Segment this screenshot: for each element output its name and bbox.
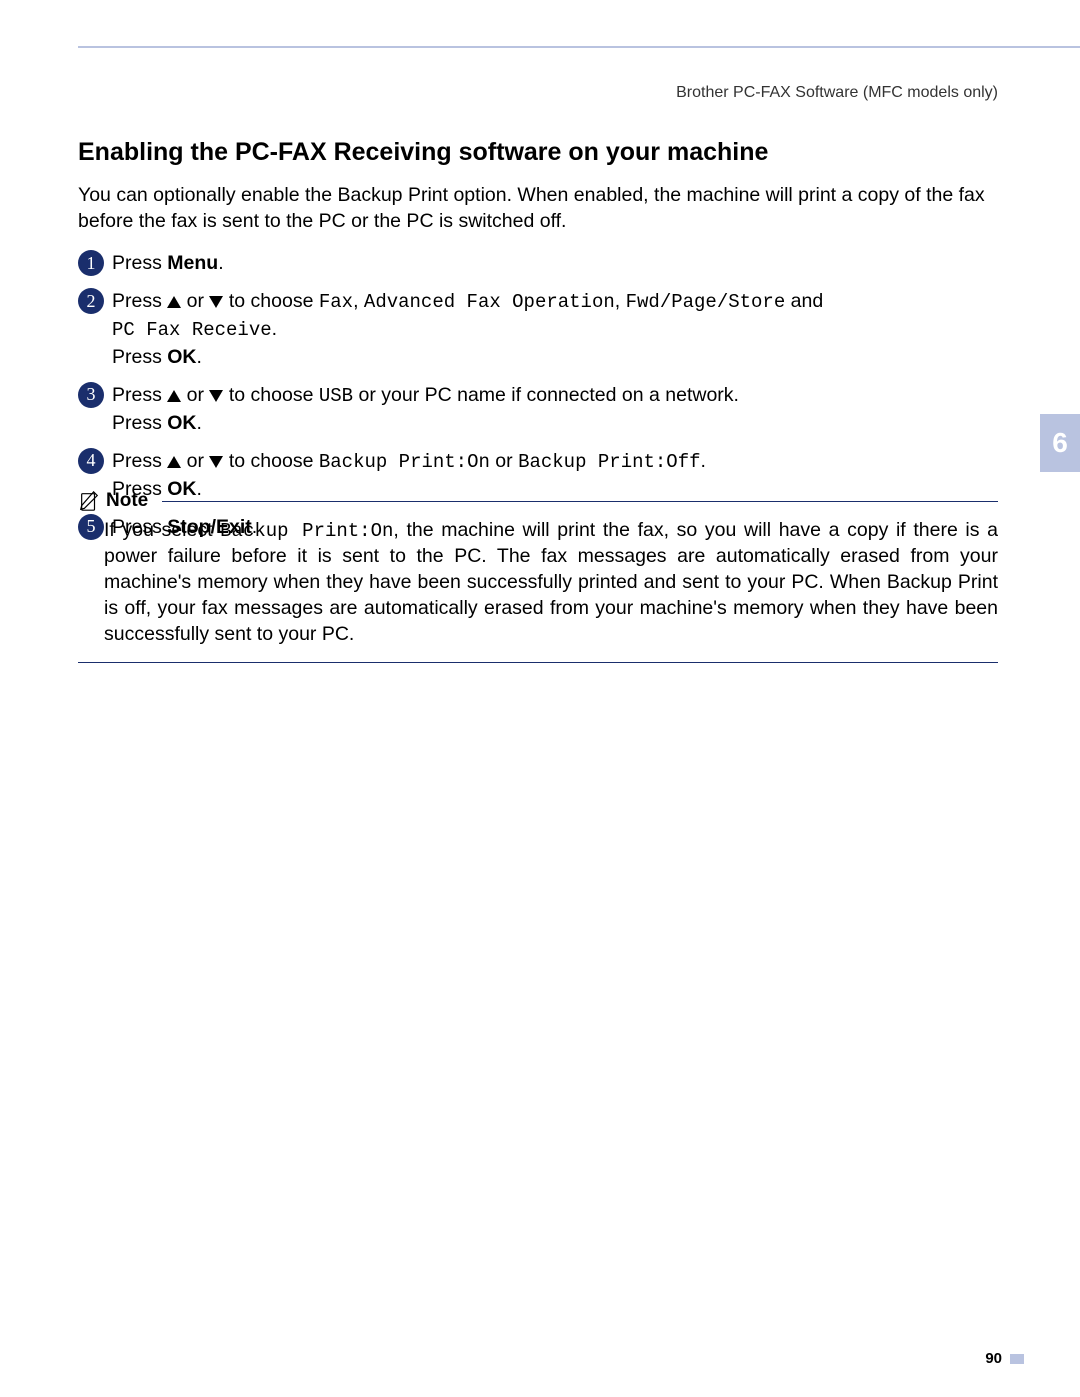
- text: or your PC name if connected on a networ…: [353, 384, 739, 406]
- step-number: 3: [78, 382, 104, 408]
- step-2: 2 Press or to choose Fax, Advanced Fax O…: [78, 288, 998, 370]
- option-backup-on: Backup Print:On: [220, 520, 393, 542]
- text: Press: [112, 252, 167, 274]
- text: to choose: [223, 384, 318, 406]
- text: or: [181, 450, 209, 472]
- text: Press: [112, 384, 167, 406]
- text: Press: [112, 450, 167, 472]
- text: .: [197, 346, 202, 368]
- text: Press: [112, 346, 167, 368]
- note-header: Note: [78, 490, 998, 512]
- text: .: [701, 450, 706, 472]
- down-arrow-icon: [209, 296, 223, 308]
- step-number: 4: [78, 448, 104, 474]
- text: to choose: [223, 290, 318, 312]
- menu-label: Menu: [167, 252, 218, 274]
- section-heading: Enabling the PC-FAX Receiving software o…: [78, 138, 768, 167]
- step-1: 1 Press Menu.: [78, 250, 998, 276]
- step-number: 2: [78, 288, 104, 314]
- step-number: 1: [78, 250, 104, 276]
- up-arrow-icon: [167, 296, 181, 308]
- step-body: Press or to choose USB or your PC name i…: [112, 382, 739, 436]
- page-number: 90: [985, 1350, 1002, 1367]
- text: .: [272, 318, 277, 340]
- option-fwd-page-store: Fwd/Page/Store: [626, 291, 786, 313]
- option-pc-fax-receive: PC Fax Receive: [112, 319, 272, 341]
- page-number-bar: [1010, 1354, 1024, 1364]
- text: .: [197, 412, 202, 434]
- ok-label: OK: [167, 412, 196, 434]
- up-arrow-icon: [167, 390, 181, 402]
- step-3: 3 Press or to choose USB or your PC name…: [78, 382, 998, 436]
- note-rule-top: [162, 501, 998, 502]
- ok-label: OK: [167, 346, 196, 368]
- text: ,: [353, 290, 364, 312]
- step-body: Press Menu.: [112, 250, 224, 276]
- note-block: Note If you select Backup Print:On, the …: [78, 490, 998, 663]
- step-body: Press or to choose Fax, Advanced Fax Ope…: [112, 288, 823, 370]
- page-number-box: 90: [985, 1350, 1024, 1367]
- running-header: Brother PC-FAX Software (MFC models only…: [676, 84, 998, 102]
- option-usb: USB: [319, 385, 353, 407]
- text: Press: [112, 412, 167, 434]
- note-icon: [78, 490, 100, 512]
- text: or: [181, 384, 209, 406]
- text: and: [785, 290, 823, 312]
- note-label: Note: [106, 490, 148, 512]
- option-backup-off: Backup Print:Off: [518, 451, 700, 473]
- option-backup-on: Backup Print:On: [319, 451, 490, 473]
- top-rule: [78, 46, 1080, 48]
- option-fax: Fax: [319, 291, 353, 313]
- text: to choose: [223, 450, 318, 472]
- option-advanced-fax: Advanced Fax Operation: [364, 291, 615, 313]
- page: Brother PC-FAX Software (MFC models only…: [0, 0, 1080, 1397]
- text: or: [181, 290, 209, 312]
- text: .: [218, 252, 223, 274]
- text: ,: [615, 290, 626, 312]
- note-rule-bottom: [78, 662, 998, 663]
- intro-paragraph: You can optionally enable the Backup Pri…: [78, 182, 998, 235]
- down-arrow-icon: [209, 456, 223, 468]
- chapter-tab: 6: [1040, 414, 1080, 472]
- text: Press: [112, 290, 167, 312]
- down-arrow-icon: [209, 390, 223, 402]
- text: If you select: [104, 519, 220, 541]
- up-arrow-icon: [167, 456, 181, 468]
- note-body: If you select Backup Print:On, the machi…: [104, 518, 998, 648]
- text: or: [490, 450, 518, 472]
